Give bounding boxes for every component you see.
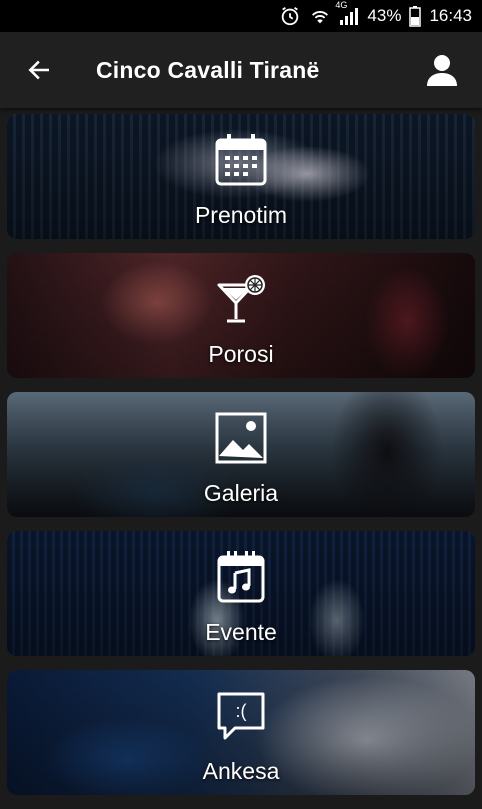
network-label: 4G <box>335 0 348 10</box>
sad-chat-icon: :( <box>217 692 265 740</box>
signal-icon: 4G <box>335 0 359 26</box>
image-icon <box>215 412 267 464</box>
menu-item-label: Prenotim <box>194 202 288 228</box>
battery-percent: 43% <box>367 6 402 25</box>
menu-item-ankesa[interactable]: :( Ankesa <box>7 670 475 795</box>
menu-item-label: Ankesa <box>202 758 280 784</box>
app-bar: Cinco Cavalli Tiranë <box>0 32 482 108</box>
menu-item-porosi[interactable]: Porosi <box>7 253 475 378</box>
alarm-icon <box>279 5 301 27</box>
menu-item-evente[interactable]: Evente <box>7 531 475 656</box>
arrow-left-icon <box>28 60 49 80</box>
music-calendar-icon <box>217 551 265 603</box>
status-bar: 4G 43% 16:43 <box>0 0 482 32</box>
menu-item-prenotim[interactable]: Prenotim <box>7 114 475 239</box>
calendar-icon <box>215 134 267 186</box>
menu-list: Prenotim Porosi Galeria Evente:(Ankesa <box>7 114 475 809</box>
menu-item-label: Galeria <box>203 480 279 506</box>
menu-item-label: Evente <box>205 619 277 645</box>
menu-item-galeria[interactable]: Galeria <box>7 392 475 517</box>
user-icon <box>427 55 457 86</box>
page-title: Cinco Cavalli Tiranë <box>96 56 320 83</box>
cocktail-icon <box>217 275 265 323</box>
profile-button[interactable] <box>424 52 460 88</box>
menu-item-label: Porosi <box>208 341 274 367</box>
back-button[interactable] <box>24 55 54 85</box>
battery-icon <box>409 5 422 27</box>
clock: 16:43 <box>429 6 472 25</box>
wifi-icon <box>309 6 331 26</box>
sad-face-text: :( <box>236 701 247 721</box>
